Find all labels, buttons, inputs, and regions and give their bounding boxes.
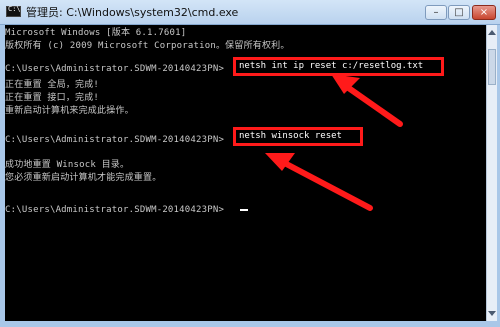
annotation-arrows — [265, 74, 403, 211]
red-arrow-2 — [272, 155, 373, 211]
cmd-window: 管理员: C:\Windows\system32\cmd.exe – □ × M… — [0, 0, 500, 327]
